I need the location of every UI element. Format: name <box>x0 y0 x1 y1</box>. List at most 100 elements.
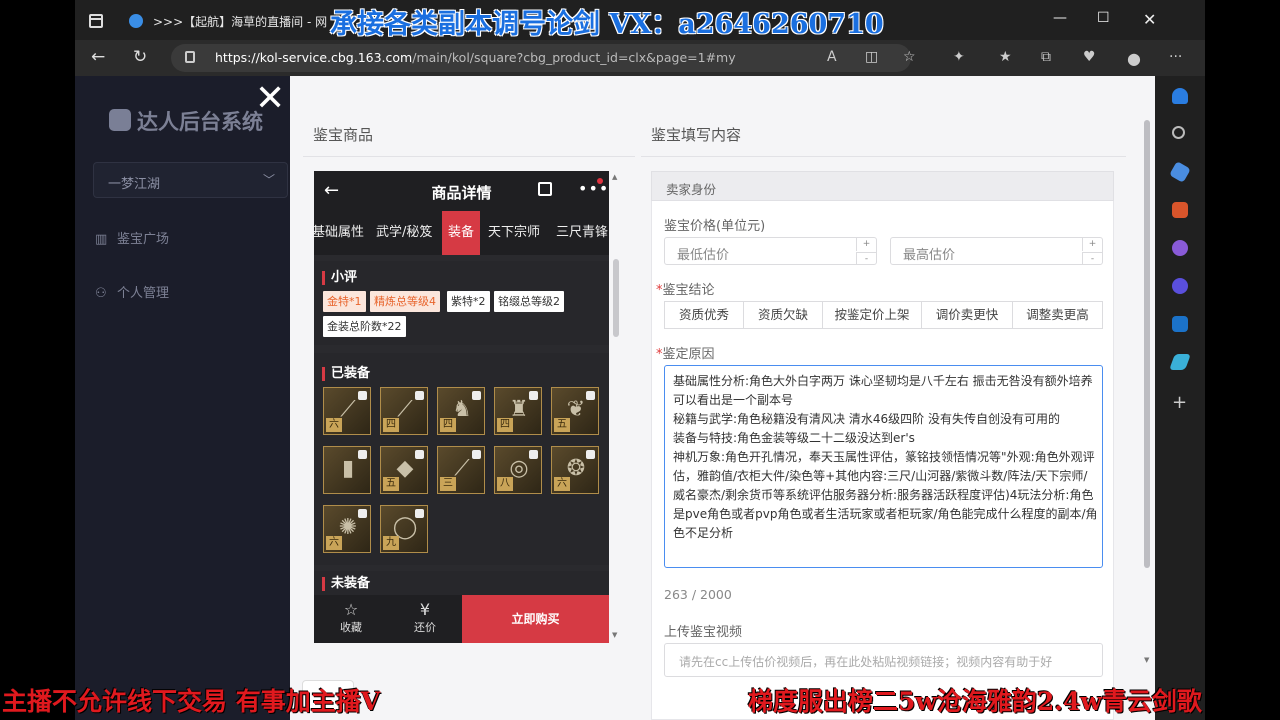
equipment-slot[interactable]: ▮ <box>323 446 371 494</box>
equipment-slot[interactable]: ◎ 八 <box>494 446 542 494</box>
video-link-input[interactable]: 请先在cc上传估价视频后，再在此处粘贴视频链接；视频内容有助于好 <box>664 643 1103 677</box>
increment-icon[interactable]: + <box>1082 238 1102 251</box>
modal-scrollbar[interactable]: ▼ <box>1142 116 1152 670</box>
tab-martial-arts[interactable]: 武学/秘笈 <box>376 211 432 255</box>
equipment-slot[interactable]: ♜ 四 <box>494 387 542 435</box>
conclusion-lacking-button[interactable]: 资质欠缺 <box>743 301 823 329</box>
more-icon[interactable]: ••• <box>578 179 609 198</box>
reason-label: *鉴定原因 <box>656 347 715 362</box>
favorite-label: 收藏 <box>340 621 362 634</box>
equipment-slot[interactable]: ⟋ 三 <box>437 446 485 494</box>
conclusion-label-text: 鉴宝结论 <box>662 283 715 298</box>
goods-panel-title: 鉴宝商品 <box>313 126 374 144</box>
decrement-icon[interactable]: - <box>856 252 876 265</box>
conclusion-sell-faster-button[interactable]: 调价卖更快 <box>921 301 1013 329</box>
favorites-icon[interactable]: ★ <box>999 49 1012 65</box>
briefcase-icon[interactable] <box>1172 202 1188 218</box>
scroll-thumb[interactable] <box>1144 120 1150 568</box>
tag: 铭缀总等级2 <box>494 291 564 312</box>
back-icon[interactable]: ← <box>91 47 105 67</box>
lock-icon <box>358 509 367 518</box>
outlook-icon[interactable] <box>1172 316 1188 332</box>
equipment-slot[interactable]: ❦ 五 <box>551 387 599 435</box>
close-modal-icon[interactable]: ✕ <box>255 81 285 117</box>
refresh-icon[interactable]: ↻ <box>133 47 147 67</box>
tab-sword[interactable]: 三尺青锋 <box>556 211 608 255</box>
scroll-thumb[interactable] <box>613 259 619 337</box>
menu-icon[interactable]: ··· <box>1169 49 1182 65</box>
lock-icon <box>472 391 481 400</box>
extensions-icon[interactable]: ✦ <box>953 49 965 65</box>
equipped-section: 已装备 ⟋ 六 ⟋ 四 ♞ 四 ♜ 四 ❦ 五 ▮ ◆ 五 ⟋ 三 ◎ 八 ❂ 六 ✺ 六 ◯ 九 <box>314 353 609 565</box>
tag: 金特*1 <box>323 291 366 312</box>
conclusion-list-at-price-button[interactable]: 按鉴定价上架 <box>822 301 922 329</box>
counter-offer-button[interactable]: ¥ 还价 <box>388 595 462 643</box>
tab-equipment[interactable]: 装备 <box>442 211 481 255</box>
grade-badge: 九 <box>383 536 399 550</box>
url-host: https://kol-service.cbg.163.com <box>215 50 413 65</box>
increment-icon[interactable]: + <box>856 238 876 251</box>
decrement-icon[interactable]: - <box>1082 252 1102 265</box>
scroll-down-icon[interactable]: ▼ <box>1144 656 1149 664</box>
equipment-slot[interactable]: ⟋ 四 <box>380 387 428 435</box>
lock-icon <box>529 391 538 400</box>
maximize-icon[interactable]: ☐ <box>1097 10 1110 26</box>
appraisal-modal: 鉴宝商品 鉴宝填写内容 ← 商品详情 ••• 基础属性 武学/秘笈 装备 天下宗… <box>290 76 1155 720</box>
search-icon[interactable] <box>1172 126 1185 139</box>
url-field[interactable]: https://kol-service.cbg.163.com/main/kol… <box>171 44 911 72</box>
tag: 紫特*2 <box>447 291 490 312</box>
split-screen-icon[interactable]: ◫ <box>865 49 878 65</box>
screen: >>>【起航】海草的直播间 - 网 — ☐ ✕ ← ↻ https://kol-… <box>0 0 1280 720</box>
tab-actions-icon[interactable] <box>89 14 103 28</box>
buy-now-button[interactable]: 立即购买 <box>462 595 609 643</box>
reason-textarea[interactable]: 基础属性分析:角色大外白字两万 诛心坚韧均是八千左右 振击无咎没有额外培养 可以… <box>664 365 1103 568</box>
tab-basic-attributes[interactable]: 基础属性 <box>314 211 364 255</box>
phone-scrollbar[interactable]: ▲ ▼ <box>611 171 621 641</box>
profile-avatar-icon[interactable]: ● <box>1127 49 1141 68</box>
conclusion-sell-higher-button[interactable]: 调整卖更高 <box>1012 301 1103 329</box>
max-price-input[interactable]: 最高估价 + - <box>890 237 1103 265</box>
divider <box>641 156 1126 157</box>
building-icon: ▥ <box>95 232 108 247</box>
scroll-down-icon[interactable]: ▼ <box>612 631 617 639</box>
conclusion-excellent-button[interactable]: 资质优秀 <box>664 301 744 329</box>
scroll-up-icon[interactable]: ▲ <box>612 173 617 181</box>
send-icon[interactable] <box>1169 354 1191 370</box>
tag-icon[interactable] <box>1169 161 1191 183</box>
copilot-icon[interactable] <box>1172 278 1188 294</box>
equipment-slot[interactable]: ♞ 四 <box>437 387 485 435</box>
share-icon[interactable] <box>538 182 552 196</box>
form-panel-title: 鉴宝填写内容 <box>651 126 742 144</box>
sidebar-item-personal[interactable]: ⚇ 个人管理 <box>95 282 169 304</box>
minimize-icon[interactable]: — <box>1053 10 1067 26</box>
tab-grandmaster[interactable]: 天下宗师 <box>488 211 540 255</box>
conclusion-label: *鉴宝结论 <box>656 283 715 298</box>
add-icon[interactable]: + <box>1172 392 1187 413</box>
favorite-button[interactable]: ☆ 收藏 <box>314 595 388 643</box>
grade-badge: 四 <box>440 418 456 432</box>
favorite-star-icon[interactable]: ☆ <box>903 49 916 65</box>
equipment-slot[interactable]: ⟋ 六 <box>323 387 371 435</box>
equipment-slot[interactable]: ◆ 五 <box>380 446 428 494</box>
games-icon[interactable] <box>1172 240 1188 256</box>
performance-icon[interactable]: ♥ <box>1083 49 1096 65</box>
video-link-placeholder: 请先在cc上传估价视频后，再在此处粘贴视频链接；视频内容有助于好 <box>679 655 1053 669</box>
bottom-left-caption: 主播不允许线下交易 有事加主播V <box>2 687 381 716</box>
equipment-slot[interactable]: ❂ 六 <box>551 446 599 494</box>
phone-header: ← 商品详情 ••• <box>314 171 609 211</box>
tab-title[interactable]: >>>【起航】海草的直播间 - 网 <box>153 13 327 30</box>
sidebar-item-square[interactable]: ▥ 鉴宝广场 <box>95 228 169 250</box>
equipment-slot[interactable]: ◯ 九 <box>380 505 428 553</box>
browser-edge-sidebar: + <box>1155 76 1205 720</box>
close-window-icon[interactable]: ✕ <box>1143 10 1156 29</box>
server-select[interactable]: 一梦江湖 ﹀ <box>93 162 288 198</box>
seller-identity-label: 卖家身份 <box>666 182 717 197</box>
bell-icon[interactable] <box>1172 88 1188 104</box>
grade-badge: 六 <box>554 477 570 491</box>
divider <box>303 156 635 157</box>
min-price-input[interactable]: 最低估价 + - <box>664 237 877 265</box>
equipment-slot[interactable]: ✺ 六 <box>323 505 371 553</box>
phone-content[interactable]: 小评 金特*1 精炼总等级4 紫特*2 铭缀总等级2 金装总阶数*22 已装备 … <box>314 255 609 595</box>
read-aloud-icon[interactable]: A <box>827 49 837 65</box>
collections-icon[interactable]: ⧉ <box>1041 49 1051 65</box>
